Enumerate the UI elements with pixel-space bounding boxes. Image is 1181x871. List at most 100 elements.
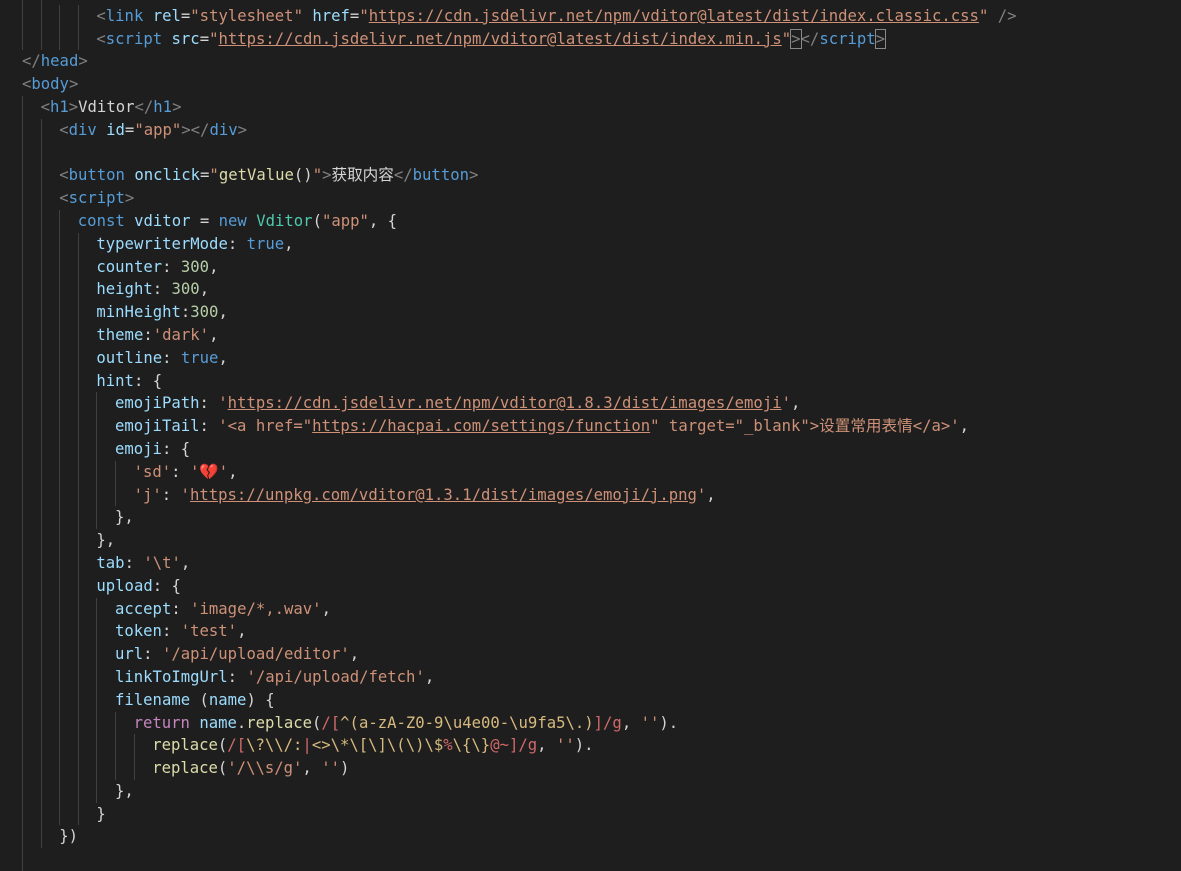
code-line[interactable]: token: 'test', (0, 620, 1181, 644)
code-token: 300 (171, 280, 200, 299)
code-line[interactable]: filename (name) { (0, 688, 1181, 712)
code-token: replace (152, 759, 218, 778)
code-token: https://unpkg.com/vditor@1.3.1/dist/imag… (189, 485, 697, 504)
code-line[interactable]: height: 300, (0, 278, 1181, 302)
code-line[interactable]: <script> (0, 187, 1181, 210)
code-token: button (412, 166, 469, 185)
indent-guide (22, 506, 23, 530)
code-line[interactable]: <body> (0, 73, 1181, 96)
indent-guide (22, 4, 23, 28)
indent-guide (22, 483, 23, 507)
indent-guide (22, 711, 23, 735)
code-token: true (246, 234, 285, 253)
code-line[interactable]: <div id="app"></div> (0, 118, 1181, 142)
indent-guide (22, 688, 23, 712)
indent-guide (59, 802, 61, 826)
code-line[interactable]: linkToImgUrl: '/api/upload/fetch', (0, 665, 1181, 689)
indent-guide (40, 141, 42, 165)
code-token: < (22, 75, 32, 94)
code-line[interactable] (0, 848, 1181, 871)
indent-guide (77, 665, 79, 689)
code-line[interactable]: 'j': 'https://unpkg.com/vditor@1.3.1/dis… (0, 483, 1181, 507)
code-token: 300 (190, 303, 219, 322)
indent-guide (59, 620, 61, 644)
code-line[interactable]: <h1>Vditor</h1> (0, 95, 1181, 119)
indent-guide (22, 848, 23, 871)
code-line[interactable]: }) (0, 825, 1181, 849)
code-line[interactable]: emojiPath: 'https://cdn.jsdelivr.net/npm… (0, 392, 1181, 416)
code-token: script (819, 29, 876, 48)
code-line[interactable]: hint: { (0, 369, 1181, 393)
code-line[interactable]: </head> (0, 50, 1181, 73)
indent-guide (59, 506, 61, 530)
code-line[interactable]: const vditor = new Vditor("app", { (0, 209, 1181, 233)
code-line[interactable]: <link rel="stylesheet" href="https://cdn… (0, 4, 1181, 28)
code-line[interactable]: theme:'dark', (0, 323, 1181, 347)
code-line[interactable]: url: '/api/upload/editor', (0, 643, 1181, 666)
code-line[interactable]: minHeight:300, (0, 301, 1181, 324)
indent-guide (40, 187, 42, 210)
code-line[interactable]: replace('/\\s/g', '') (0, 757, 1181, 780)
code-token: ( (312, 211, 322, 230)
indent-guide (40, 164, 42, 188)
code-token: </ (800, 29, 820, 48)
code-line-text: }, (115, 506, 134, 529)
code-line[interactable]: return name.replace(/[^(a-zA-Z0-9\u4e00-… (0, 711, 1181, 735)
code-line-text: }, (115, 780, 134, 803)
indent-guide (77, 779, 79, 803)
code-line[interactable]: <script src="https://cdn.jsdelivr.net/np… (0, 27, 1181, 51)
indent-guide (59, 437, 61, 461)
indent-guide (59, 757, 61, 780)
code-token: = (180, 6, 191, 25)
code-line-text: return name.replace(/[^(a-zA-Z0-9\u4e00-… (134, 712, 679, 735)
code-line[interactable]: <button onclick="getValue()">获取内容</butto… (0, 164, 1181, 188)
code-token: () (293, 166, 313, 185)
indent-guide (96, 392, 98, 416)
code-editor[interactable]: <head><link rel="stylesheet" href="https… (0, 0, 1181, 871)
indent-guide (40, 802, 42, 826)
indent-guide (77, 392, 79, 416)
code-line[interactable]: }, (0, 529, 1181, 552)
code-token: > (78, 52, 88, 71)
code-line[interactable] (0, 141, 1181, 165)
indent-guide (77, 415, 79, 438)
code-line[interactable]: counter: 300, (0, 255, 1181, 279)
code-line[interactable]: }, (0, 779, 1181, 803)
code-token: </ (393, 166, 413, 185)
code-line-text: 'sd': '💔', (134, 461, 238, 484)
code-token: ' (180, 485, 190, 504)
code-line-text: upload: { (96, 575, 181, 598)
indent-guide (22, 597, 23, 621)
code-token: , (621, 713, 641, 732)
code-line[interactable]: emojiTail: '<a href="https://hacpai.com/… (0, 415, 1181, 438)
code-line[interactable]: outline: true, (0, 346, 1181, 370)
indent-guide (77, 437, 79, 461)
indent-guide (40, 483, 42, 507)
code-token: ' (696, 485, 707, 504)
code-token: , (706, 485, 716, 504)
code-line[interactable]: } (0, 802, 1181, 826)
code-line[interactable]: typewriterMode: true, (0, 232, 1181, 256)
code-line[interactable]: 'sd': '💔', (0, 460, 1181, 484)
code-token: " (359, 6, 369, 25)
code-line[interactable]: tab: '\t', (0, 551, 1181, 575)
code-token: 300 (180, 257, 210, 276)
code-token: : { (161, 439, 191, 458)
indent-guide (96, 643, 98, 666)
indent-guide (96, 483, 98, 507)
code-line[interactable]: accept: 'image/*,.wav', (0, 597, 1181, 621)
code-line[interactable]: replace(/[\?\\/:|<>\*\[\]\(\)\$%\{\}@~]/… (0, 734, 1181, 758)
code-token: , (321, 599, 331, 618)
indent-guide (77, 688, 79, 712)
code-line[interactable]: upload: { (0, 574, 1181, 598)
indent-guide (22, 825, 23, 849)
code-token: rel (152, 6, 181, 25)
code-line-text: linkToImgUrl: '/api/upload/fetch', (115, 666, 434, 689)
code-line[interactable]: emoji: { (0, 437, 1181, 461)
code-token: > (181, 120, 191, 139)
code-token: linkToImgUrl (115, 667, 228, 686)
code-token: < (96, 6, 106, 25)
code-line[interactable]: }, (0, 506, 1181, 530)
code-token: head (69, 0, 107, 2)
